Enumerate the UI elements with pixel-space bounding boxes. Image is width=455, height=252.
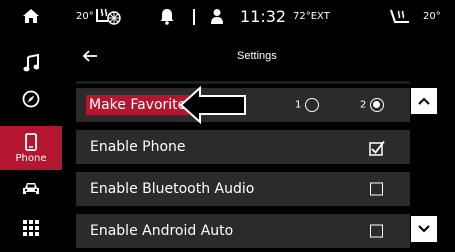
home-icon[interactable] xyxy=(22,8,40,24)
favorite-option-2-label: 2 xyxy=(360,99,367,111)
make-favorite-label: Make Favorite xyxy=(86,95,190,115)
page-title: Settings xyxy=(237,50,277,62)
favorite-option-1-label: 1 xyxy=(295,99,302,111)
phone-icon xyxy=(25,132,37,151)
enable-bluetooth-audio-label: Enable Bluetooth Audio xyxy=(90,181,255,197)
nav-item-phone-label: Phone xyxy=(15,152,47,164)
status-divider xyxy=(193,9,195,25)
chevron-up-icon xyxy=(418,97,430,105)
right-climate-temp[interactable]: 20° xyxy=(423,11,441,22)
apps-grid-icon xyxy=(23,220,39,236)
favorite-option-2-radio[interactable] xyxy=(370,98,384,112)
notification-bell-icon[interactable] xyxy=(160,8,174,25)
status-bar: 20° 11:32 72°EXT 20° xyxy=(0,0,455,34)
nav-item-phone[interactable]: Phone xyxy=(0,126,62,170)
car-icon xyxy=(23,183,39,194)
compass-icon xyxy=(22,90,40,108)
chevron-down-icon xyxy=(418,225,430,233)
profile-icon[interactable] xyxy=(210,8,224,25)
nav-item-apps[interactable] xyxy=(0,210,62,246)
heated-seat-icon[interactable] xyxy=(94,7,122,27)
enable-phone-row[interactable]: Enable Phone xyxy=(76,130,410,164)
scroll-up-button[interactable] xyxy=(411,88,437,114)
enable-phone-checkbox[interactable] xyxy=(369,140,385,156)
enable-android-auto-row[interactable]: Enable Android Auto xyxy=(76,214,410,248)
left-nav: Phone xyxy=(0,34,62,252)
enable-android-auto-label: Enable Android Auto xyxy=(90,223,234,239)
left-climate-temp[interactable]: 20° xyxy=(76,11,94,22)
enable-bluetooth-audio-row[interactable]: Enable Bluetooth Audio xyxy=(76,172,410,206)
music-note-icon xyxy=(23,54,39,72)
enable-phone-label: Enable Phone xyxy=(90,139,186,155)
heated-seat-right-icon[interactable] xyxy=(389,8,411,26)
clock: 11:32 xyxy=(240,7,287,26)
enable-android-auto-checkbox[interactable] xyxy=(370,224,383,238)
nav-item-music[interactable] xyxy=(0,48,62,78)
header-divider xyxy=(76,81,410,84)
favorite-option-1-radio[interactable] xyxy=(305,98,319,112)
nav-item-navigation[interactable] xyxy=(0,84,62,114)
nav-item-vehicle[interactable] xyxy=(0,174,62,204)
enable-bluetooth-audio-checkbox[interactable] xyxy=(370,182,383,196)
callout-arrow-icon xyxy=(180,86,246,124)
scroll-down-button[interactable] xyxy=(411,216,437,242)
exterior-temp: 72°EXT xyxy=(293,11,330,22)
back-arrow-icon[interactable] xyxy=(82,50,98,62)
